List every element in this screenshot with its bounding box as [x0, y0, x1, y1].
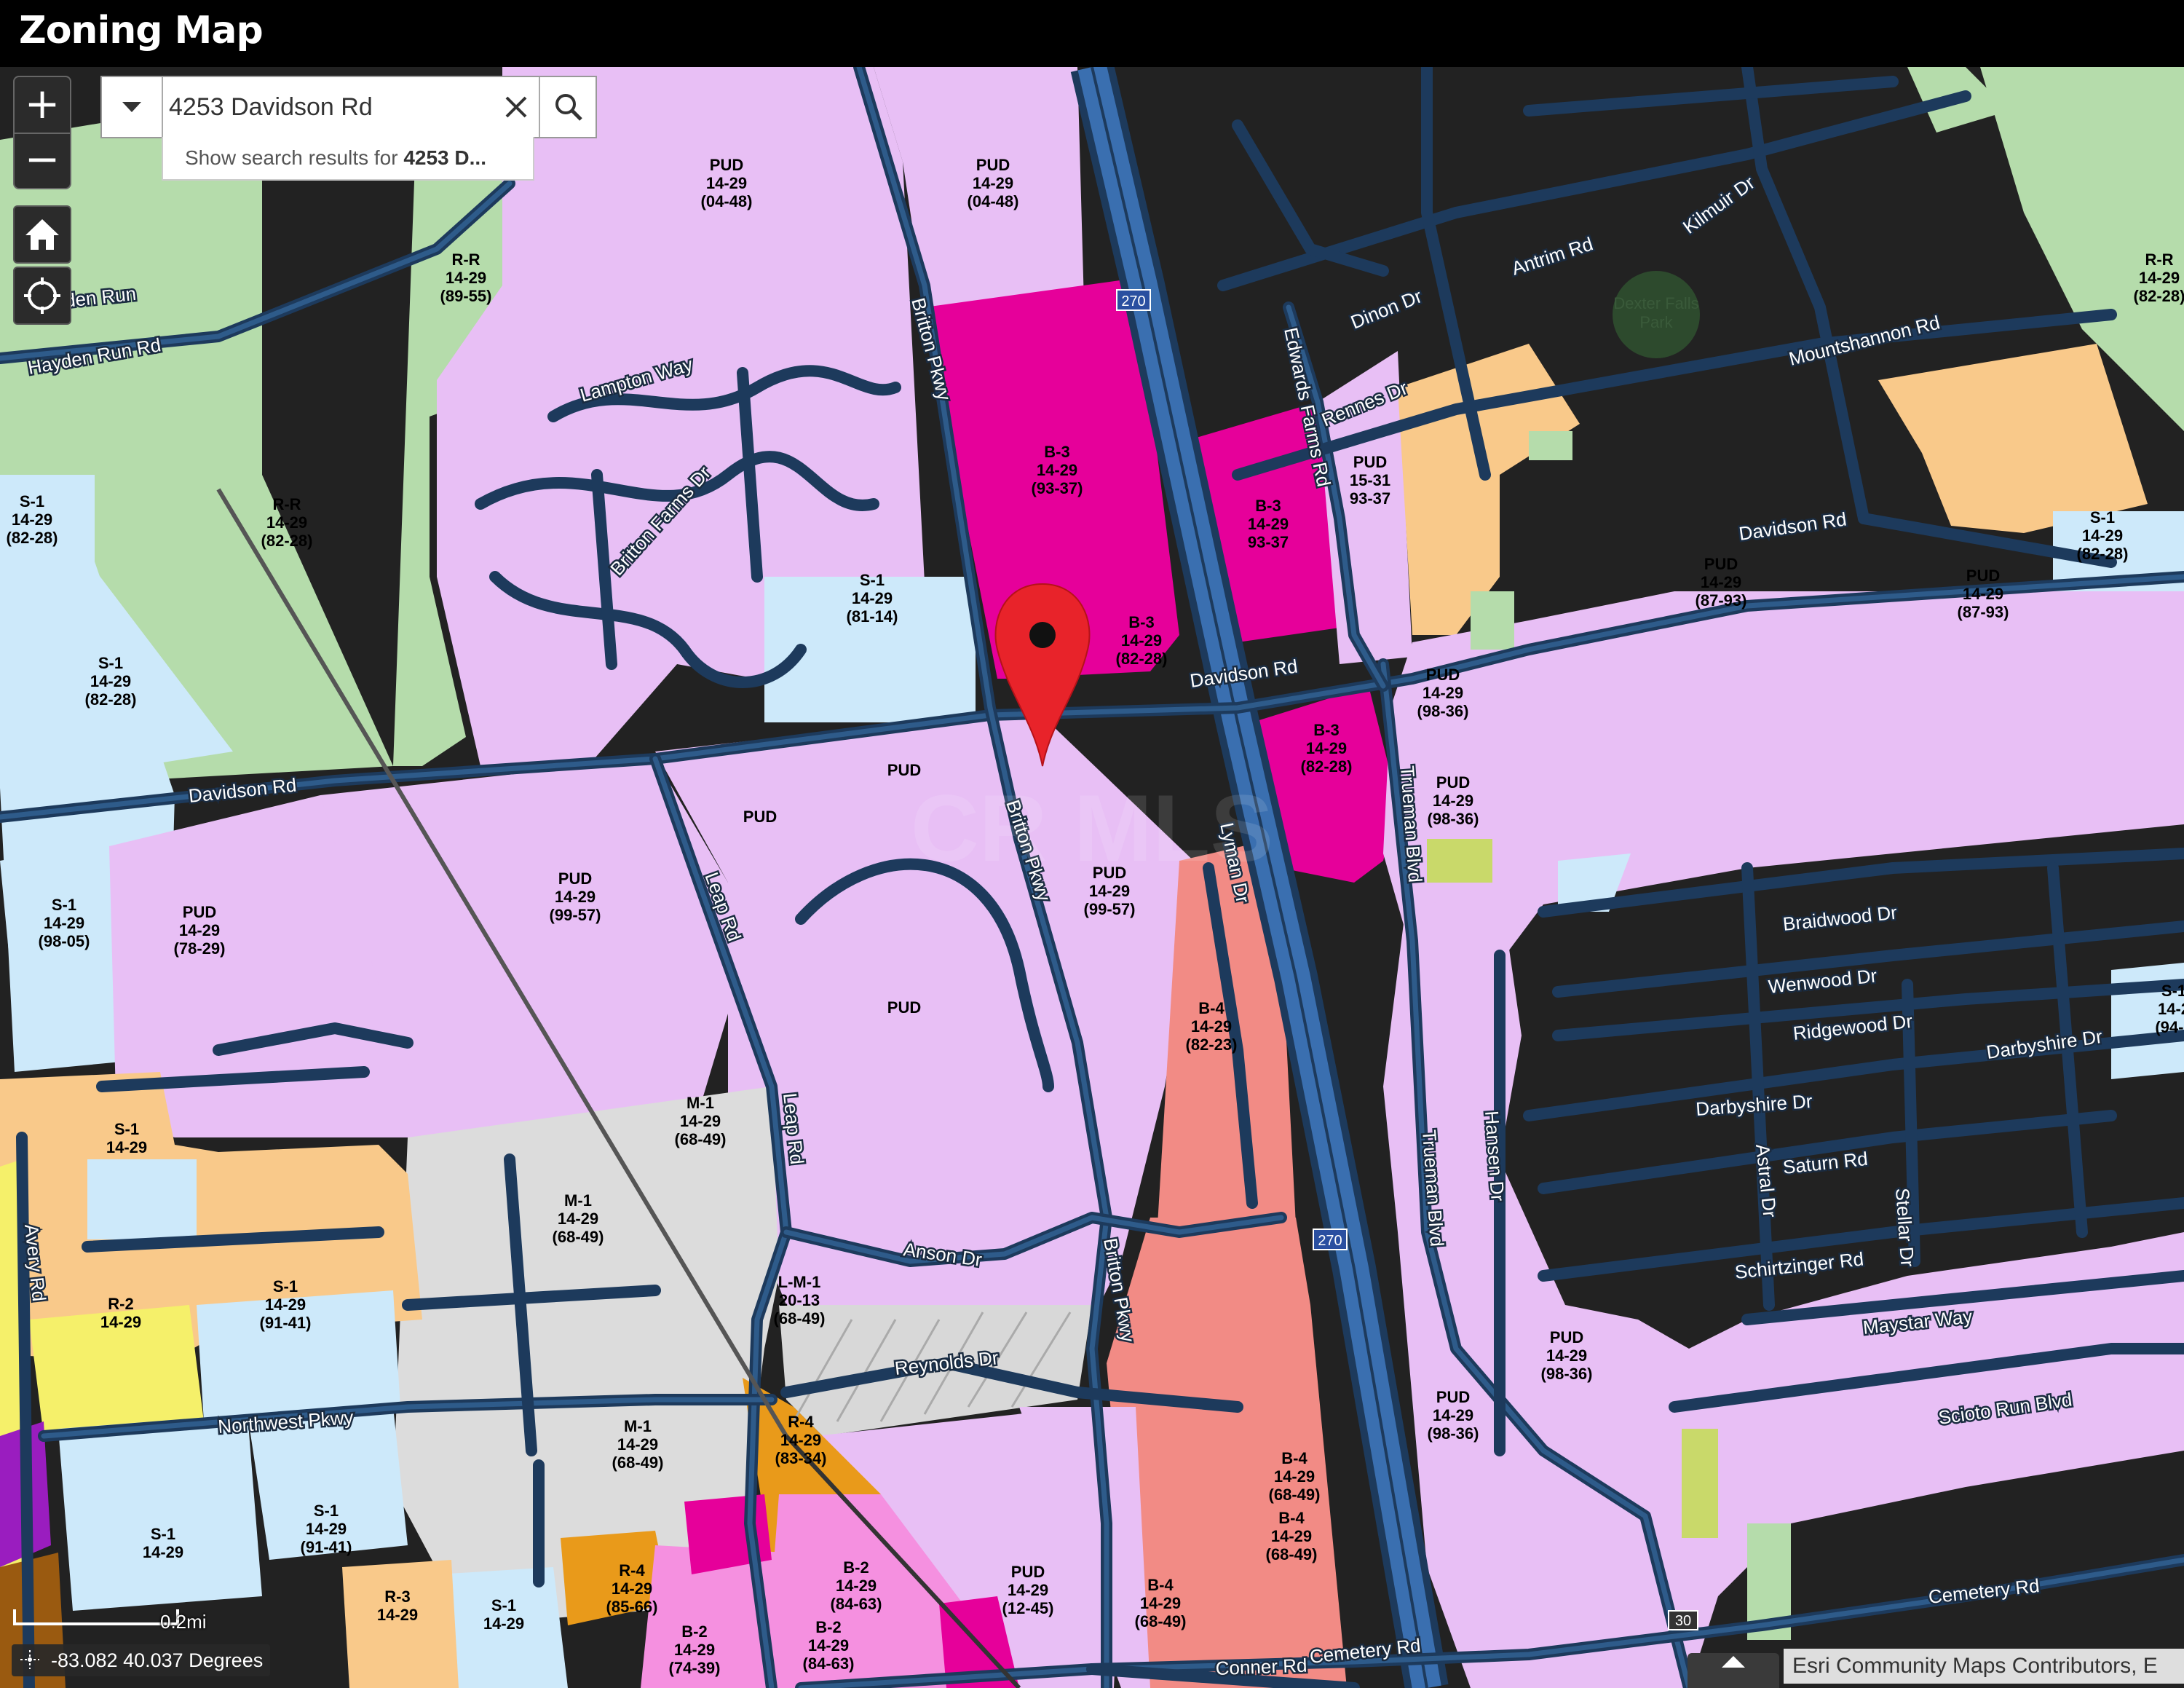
locate-icon: [24, 277, 60, 314]
search-icon: [555, 94, 582, 121]
zone-label: PUD: [887, 998, 921, 1017]
zone-label: PUD: [743, 808, 777, 826]
us30-shield: 30: [1668, 1610, 1698, 1630]
search-source-dropdown[interactable]: [102, 77, 163, 137]
map-text: 270: [1318, 1233, 1342, 1249]
clear-search-button[interactable]: [495, 77, 537, 137]
app-title: Zoning Map: [19, 9, 264, 52]
locate-button[interactable]: [13, 267, 71, 325]
zone-patch2: [1682, 1429, 1718, 1538]
zone-label: PUD 15-31 93-37: [1350, 453, 1390, 508]
search-button[interactable]: [539, 77, 597, 137]
chevron-down-icon: [122, 102, 141, 112]
coordinate-readout[interactable]: -83.082 40.037 Degrees: [12, 1644, 271, 1676]
i270-shield-south: 270: [1313, 1228, 1348, 1250]
app-header: Zoning Map: [0, 0, 2184, 67]
map-feature: [16, 1132, 35, 1688]
watermark: CR MLS: [911, 775, 1273, 881]
search-widget: [100, 76, 597, 138]
home-button[interactable]: [13, 205, 71, 264]
map-text: 270: [1121, 293, 1145, 309]
map-view[interactable]: PUD 14-29 (04-48) PUD 14-29 (04-48) R-R 14-29…: [0, 67, 2184, 1688]
zone-r3: [342, 1560, 459, 1688]
search-suggestion[interactable]: Show search results for 4253 D...: [162, 137, 534, 181]
chevron-up-icon: [1722, 1656, 1745, 1668]
zone-patch4: [1471, 591, 1514, 650]
suggestion-term: 4253 D...: [403, 146, 486, 169]
crosshair-icon: [20, 1650, 39, 1669]
attribution-bar: Esri Community Maps Contributors, E: [1784, 1649, 2184, 1684]
i270-shield-north: 270: [1116, 289, 1151, 311]
attribution-toggle[interactable]: [1688, 1653, 1779, 1688]
zone-s1-lower: [58, 1414, 262, 1611]
zoom-in-button[interactable]: +: [15, 77, 70, 134]
search-input[interactable]: [169, 77, 489, 137]
map-text: Park: [1639, 313, 1673, 331]
home-icon: [25, 219, 59, 250]
map-text: Dexter Falls: [1613, 294, 1698, 312]
zone-patch5: [1529, 431, 1572, 460]
zoom-control: + −: [13, 76, 71, 189]
scale-label: 0.2mi: [160, 1611, 207, 1633]
coordinate-text: -83.082 40.037 Degrees: [51, 1649, 264, 1671]
map-text: 30: [1675, 1613, 1691, 1629]
map-shape: [1029, 622, 1056, 648]
street-label: Conner Rd: [1215, 1655, 1307, 1679]
scale-bar: [13, 1609, 179, 1625]
zoom-out-button[interactable]: −: [15, 133, 70, 188]
close-icon: [505, 96, 527, 118]
suggestion-prefix: Show search results for: [185, 146, 404, 169]
zone-s1-small: [87, 1159, 197, 1239]
zone-patch1: [1427, 839, 1492, 883]
zone-label: L-M-1 20-13 (68-49): [774, 1273, 826, 1328]
